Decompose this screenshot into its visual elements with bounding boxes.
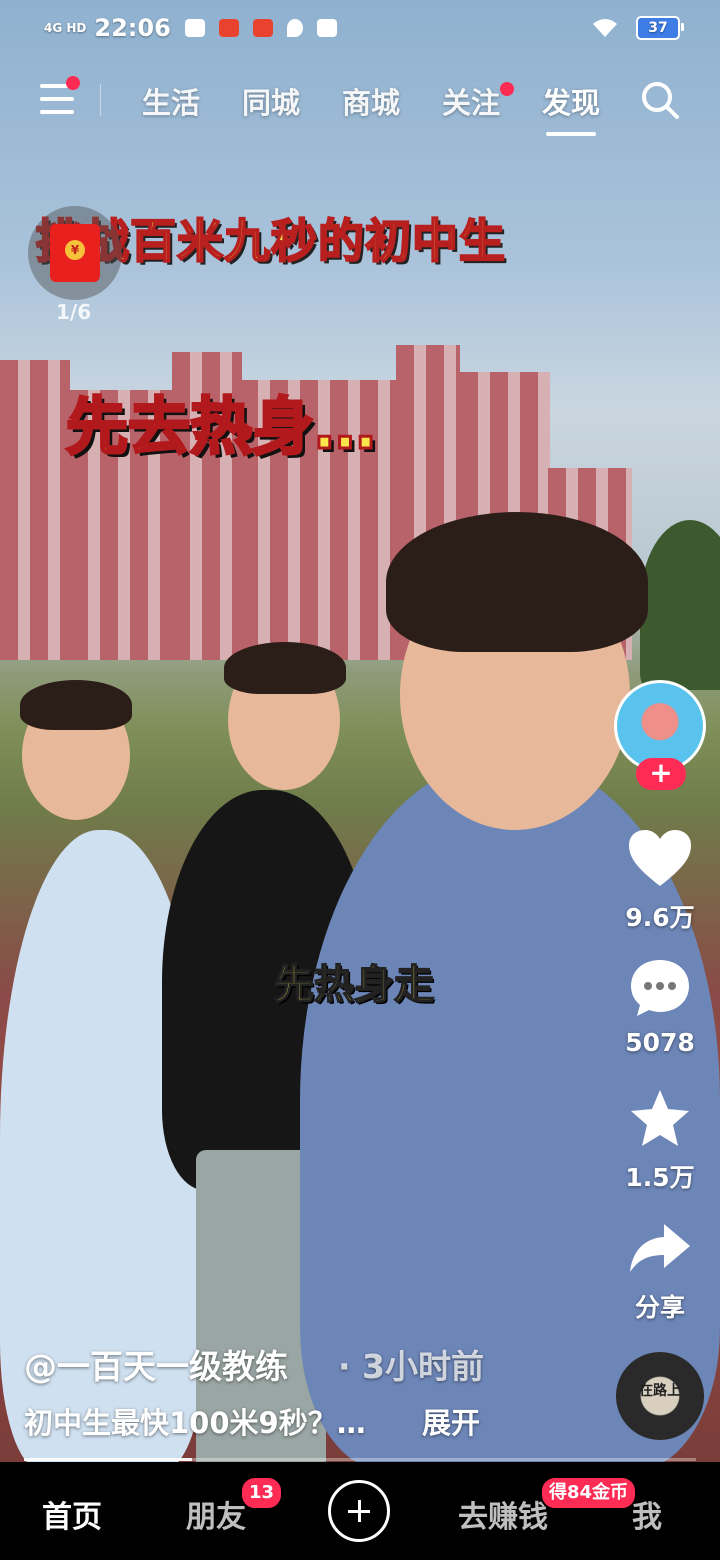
red-packet-counter: 1/6 — [56, 300, 92, 324]
following-notification-dot — [500, 82, 514, 96]
author-name[interactable]: @一百天一级教练 — [24, 1340, 288, 1388]
earn-coins-badge: 得84金币 — [540, 1476, 638, 1510]
video-subtitle: 先热身走 — [273, 961, 435, 1009]
heart-icon — [629, 830, 691, 886]
comment-count: 5078 — [625, 1028, 695, 1057]
favorite-button[interactable] — [622, 1086, 698, 1150]
nav-earn[interactable]: 去赚钱 — [458, 1492, 548, 1536]
location-icon — [286, 19, 303, 37]
status-bar: 4G HD 22:06 37 — [0, 0, 720, 56]
tab-same-city[interactable]: 同城 — [242, 80, 300, 122]
wifi-icon — [593, 19, 617, 37]
share-button[interactable] — [622, 1216, 698, 1280]
tab-discover[interactable]: 发现 — [542, 80, 600, 136]
top-navigation: 生活 同城 商城 关注 发现 — [0, 70, 720, 136]
tab-life[interactable]: 生活 — [142, 80, 200, 122]
comment-button[interactable] — [622, 956, 698, 1020]
friends-badge: 13 — [240, 1476, 284, 1510]
expand-link[interactable]: 展开 — [422, 1400, 480, 1442]
comment-icon — [631, 960, 689, 1016]
notification-icon — [184, 19, 205, 37]
menu-notification-dot — [66, 76, 80, 90]
post-description: 初中生最快100米9秒？… — [24, 1406, 366, 1440]
person-left-hair — [20, 680, 132, 730]
nav-home[interactable]: 首页 — [42, 1492, 102, 1536]
video-caption-warm-up: 先去热身… — [64, 389, 377, 465]
video-progress-bar[interactable] — [24, 1458, 696, 1461]
tree — [640, 520, 720, 690]
status-time: 22:06 — [94, 14, 171, 42]
bottom-navigation: 首页 朋友 13 去赚钱 得84金币 我 — [0, 1462, 720, 1560]
tab-following[interactable]: 关注 — [442, 80, 500, 122]
share-arrow-icon — [630, 1224, 690, 1272]
app-notification-icon — [218, 19, 239, 37]
battery-indicator: 37 — [636, 16, 684, 40]
mail-icon — [316, 19, 337, 37]
favorite-count: 1.5万 — [625, 1163, 695, 1192]
network-indicator: 4G HD — [44, 21, 87, 35]
star-icon — [631, 1090, 689, 1146]
divider — [100, 84, 101, 116]
battery-level: 37 — [648, 20, 668, 36]
create-post-button[interactable] — [328, 1480, 390, 1542]
like-count: 9.6万 — [625, 903, 695, 932]
nav-me[interactable]: 我 — [632, 1492, 662, 1536]
post-time: · 3小时前 — [338, 1347, 484, 1386]
background-building — [0, 360, 70, 660]
person-middle-hair — [224, 642, 346, 694]
red-packet-widget[interactable]: ¥ — [28, 206, 122, 300]
search-icon[interactable] — [640, 80, 680, 120]
share-label: 分享 — [634, 1293, 685, 1322]
like-button[interactable] — [622, 826, 698, 890]
person-right-hair — [386, 512, 648, 652]
follow-button[interactable]: + — [636, 758, 686, 790]
coin-icon: ¥ — [65, 240, 85, 260]
tab-mall[interactable]: 商城 — [342, 80, 400, 122]
video-progress-fill — [24, 1458, 192, 1461]
nav-friends[interactable]: 朋友 — [186, 1492, 246, 1536]
music-disc-label: 在路上 — [639, 1383, 681, 1399]
app-notification-icon — [252, 19, 273, 37]
music-disc[interactable]: 在路上 — [616, 1352, 704, 1440]
menu-icon[interactable] — [40, 76, 80, 114]
